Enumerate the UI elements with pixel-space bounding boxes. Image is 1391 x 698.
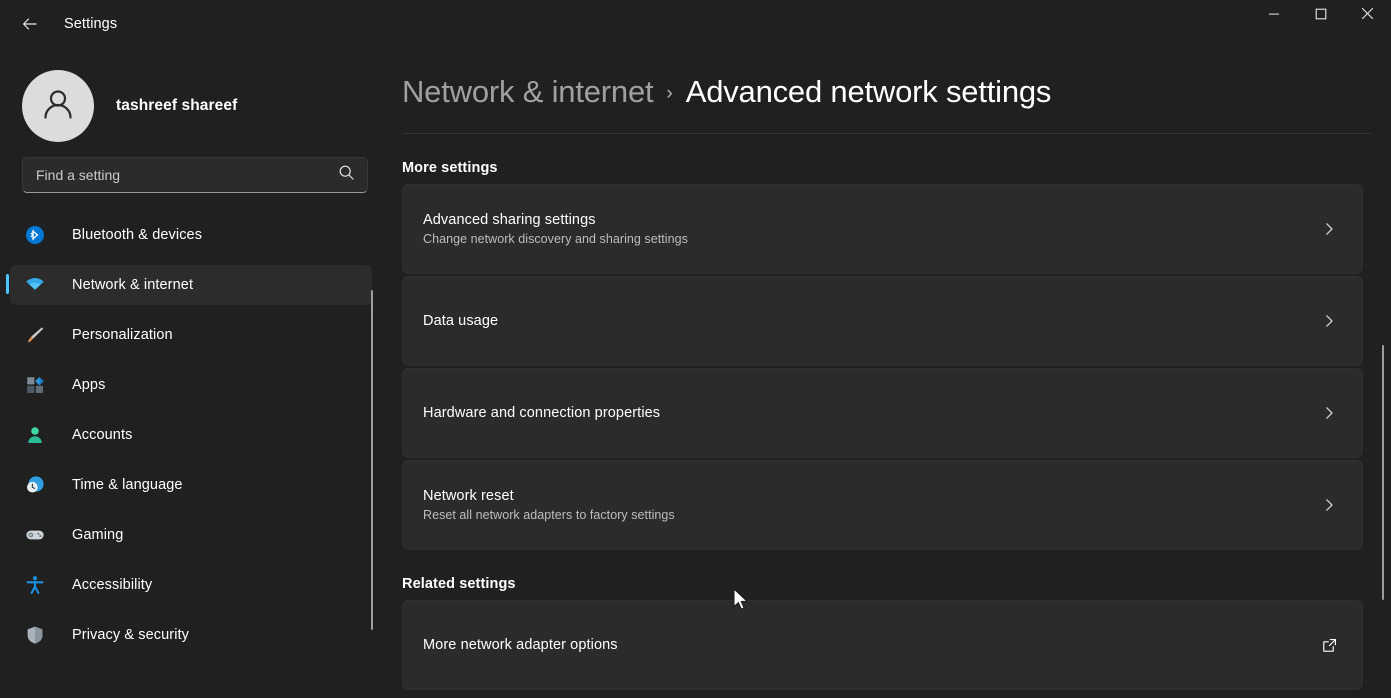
sidebar-item-personalization[interactable]: Personalization xyxy=(10,315,372,355)
card-title: Data usage xyxy=(423,313,499,329)
card-title: Advanced sharing settings xyxy=(423,212,596,228)
sidebar-item-bluetooth-devices[interactable]: Bluetooth & devices xyxy=(10,215,372,255)
sidebar-item-label: Apps xyxy=(72,377,106,393)
avatar xyxy=(22,70,94,142)
card-subtitle: Reset all network adapters to factory se… xyxy=(423,508,675,522)
title-bar: Settings xyxy=(0,0,1391,48)
minimize-button[interactable] xyxy=(1250,0,1297,32)
card-network-reset[interactable]: Network reset Reset all network adapters… xyxy=(402,460,1363,550)
external-link-icon[interactable] xyxy=(1318,634,1340,656)
sidebar-item-label: Accessibility xyxy=(72,577,153,593)
card-text: Hardware and connection properties xyxy=(423,405,1318,421)
related-settings-card-list: More network adapter options xyxy=(402,600,1363,690)
sidebar-item-accessibility[interactable]: Accessibility xyxy=(10,565,372,605)
paintbrush-icon xyxy=(24,324,46,346)
card-title: Hardware and connection properties xyxy=(423,405,661,421)
page-title: Advanced network settings xyxy=(685,74,1052,109)
sidebar-item-accounts[interactable]: Accounts xyxy=(10,415,372,455)
back-button[interactable] xyxy=(12,6,48,42)
card-hardware-and-connection-properties[interactable]: Hardware and connection properties xyxy=(402,368,1363,458)
card-text: Data usage xyxy=(423,313,1318,329)
navigation-list: Bluetooth & devices Network & internet P… xyxy=(0,215,388,655)
sidebar-item-label: Bluetooth & devices xyxy=(72,227,203,243)
accounts-icon xyxy=(24,424,46,446)
sidebar-item-label: Personalization xyxy=(72,327,173,343)
more-settings-card-list: Advanced sharing settings Change network… xyxy=(402,184,1363,550)
sidebar-item-privacy-security[interactable]: Privacy & security xyxy=(10,615,372,655)
bluetooth-icon xyxy=(24,224,46,246)
settings-window: Settings tashreef shareef Find a setting… xyxy=(0,0,1391,698)
section-heading-more-settings: More settings xyxy=(402,160,498,176)
gamepad-icon xyxy=(24,524,46,546)
card-text: Advanced sharing settings Change network… xyxy=(423,212,1318,246)
card-text: Network reset Reset all network adapters… xyxy=(423,488,1318,522)
breadcrumb: Network & internet › Advanced network se… xyxy=(388,48,1391,110)
card-data-usage[interactable]: Data usage xyxy=(402,276,1363,366)
wifi-icon xyxy=(24,274,46,296)
card-title: Network reset xyxy=(423,488,514,504)
search-box[interactable] xyxy=(22,157,368,193)
card-text: More network adapter options xyxy=(423,637,1318,653)
maximize-icon xyxy=(1315,7,1327,25)
card-advanced-sharing-settings[interactable]: Advanced sharing settings Change network… xyxy=(402,184,1363,274)
card-subtitle: Change network discovery and sharing set… xyxy=(423,232,688,246)
chevron-right-icon[interactable] xyxy=(1318,494,1340,516)
person-avatar-icon xyxy=(36,82,80,131)
chevron-right-icon[interactable] xyxy=(1318,402,1340,424)
account-block[interactable]: tashreef shareef xyxy=(0,48,388,144)
close-button[interactable] xyxy=(1344,0,1391,32)
app-title: Settings xyxy=(64,16,118,32)
header-divider xyxy=(402,133,1371,134)
search-icon[interactable] xyxy=(338,164,355,186)
sidebar-item-label: Time & language xyxy=(72,477,183,493)
sidebar-item-label: Privacy & security xyxy=(72,627,190,643)
card-more-network-adapter-options[interactable]: More network adapter options xyxy=(402,600,1363,690)
breadcrumb-parent-link[interactable]: Network & internet xyxy=(402,74,654,110)
back-arrow-icon xyxy=(21,15,39,33)
sidebar-item-apps[interactable]: Apps xyxy=(10,365,372,405)
section-heading-related-settings: Related settings xyxy=(402,576,516,592)
card-title: More network adapter options xyxy=(423,637,618,653)
sidebar-item-gaming[interactable]: Gaming xyxy=(10,515,372,555)
sidebar-item-network-internet[interactable]: Network & internet xyxy=(6,265,372,305)
chevron-right-icon[interactable] xyxy=(1318,310,1340,332)
sidebar-item-label: Accounts xyxy=(72,427,133,443)
chevron-right-icon[interactable] xyxy=(1318,218,1340,240)
minimize-icon xyxy=(1268,7,1280,25)
close-icon xyxy=(1361,7,1374,25)
sidebar: tashreef shareef Bluetooth & devi xyxy=(0,48,388,698)
apps-icon xyxy=(24,374,46,396)
main-scrollbar[interactable] xyxy=(1382,345,1384,600)
account-name: tashreef shareef xyxy=(116,97,238,114)
sidebar-item-time-language[interactable]: Time & language xyxy=(10,465,372,505)
window-controls xyxy=(1250,0,1391,48)
sidebar-scrollbar[interactable] xyxy=(371,290,373,630)
chevron-right-icon: › xyxy=(666,83,673,104)
sidebar-item-label: Network & internet xyxy=(72,277,194,293)
clock-globe-icon xyxy=(24,474,46,496)
main-content: Network & internet › Advanced network se… xyxy=(388,48,1391,698)
accessibility-icon xyxy=(24,574,46,596)
shield-icon xyxy=(24,624,46,646)
sidebar-item-label: Gaming xyxy=(72,527,124,543)
maximize-button[interactable] xyxy=(1297,0,1344,32)
search-input[interactable] xyxy=(36,167,338,183)
